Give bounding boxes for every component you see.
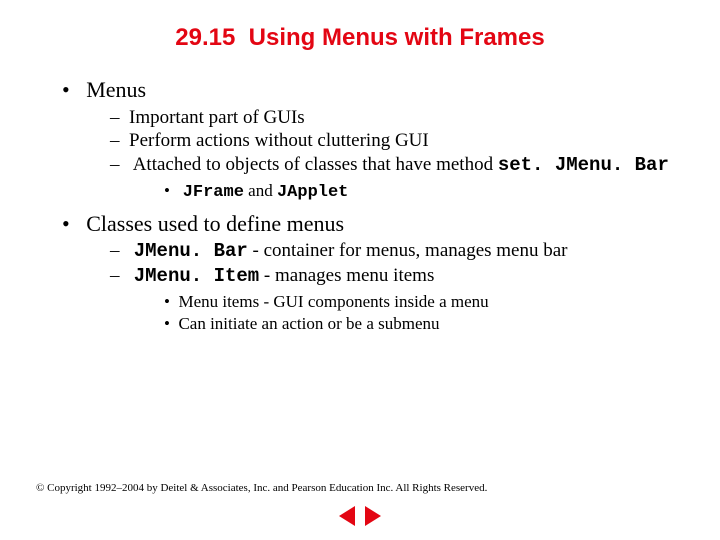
bullet-classes: Classes used to define menus JMenu. Bar … bbox=[62, 210, 680, 335]
code-text: set. JMenu. Bar bbox=[498, 154, 669, 176]
bullet-text: Can initiate an action or be a submenu bbox=[178, 314, 439, 333]
code-text: JFrame bbox=[183, 183, 244, 202]
subbullet: Important part of GUIs bbox=[110, 106, 680, 130]
subsubbullet: Menu items - GUI components inside a men… bbox=[164, 291, 680, 313]
slide-body: Menus Important part of GUIs Perform act… bbox=[62, 76, 680, 341]
bullet-text: and bbox=[244, 181, 277, 200]
subbullet: JMenu. Item - manages menu items Menu it… bbox=[110, 264, 680, 335]
bullet-text: Menu items - GUI components inside a men… bbox=[178, 292, 488, 311]
code-text: JMenu. Bar bbox=[134, 240, 248, 262]
subbullet: Perform actions without cluttering GUI bbox=[110, 129, 680, 153]
slide-title: 29.15 Using Menus with Frames bbox=[0, 24, 720, 52]
next-slide-icon[interactable] bbox=[365, 506, 381, 526]
subbullet: Attached to objects of classes that have… bbox=[110, 153, 680, 204]
code-text: JMenu. Item bbox=[134, 265, 259, 287]
slide: 29.15 Using Menus with Frames Menus Impo… bbox=[0, 0, 720, 540]
bullet-menus: Menus Important part of GUIs Perform act… bbox=[62, 76, 680, 204]
bullet-text: Menus bbox=[86, 77, 146, 102]
bullet-text: Important part of GUIs bbox=[129, 107, 305, 128]
bullet-text: Perform actions without cluttering GUI bbox=[129, 130, 429, 151]
bullet-text: Attached to objects of classes that have… bbox=[133, 154, 498, 175]
bullet-text: - container for menus, manages menu bar bbox=[248, 240, 568, 261]
prev-slide-icon[interactable] bbox=[339, 506, 355, 526]
slide-nav bbox=[0, 506, 720, 526]
subsubbullet: JFrame and JApplet bbox=[164, 180, 680, 204]
bullet-text: - manages menu items bbox=[259, 265, 434, 286]
copyright-notice: © Copyright 1992–2004 by Deitel & Associ… bbox=[36, 482, 487, 494]
subsubbullet: Can initiate an action or be a submenu bbox=[164, 313, 680, 335]
subbullet: JMenu. Bar - container for menus, manage… bbox=[110, 239, 680, 264]
code-text: JApplet bbox=[277, 183, 348, 202]
bullet-text: Classes used to define menus bbox=[86, 211, 344, 236]
